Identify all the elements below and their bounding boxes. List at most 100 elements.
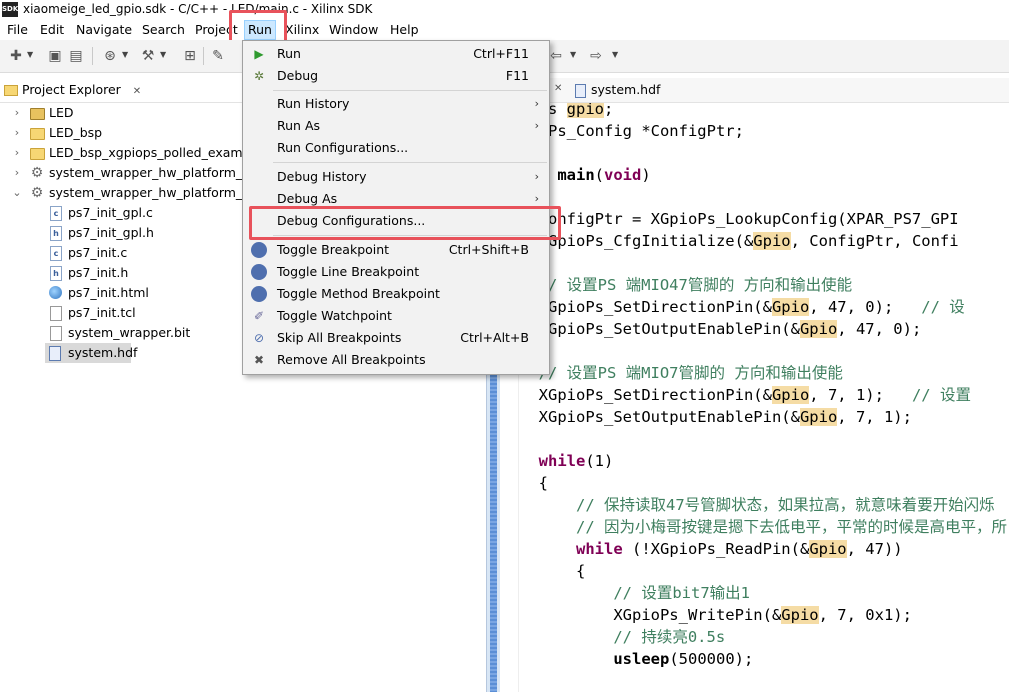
program-fpga-icon[interactable]: ⊛ (102, 48, 118, 64)
menu-item-run-history[interactable]: Run History › (243, 93, 549, 115)
menu-window[interactable]: Window (326, 19, 381, 40)
menu-item-label: Debug (277, 68, 319, 83)
code-line[interactable]: XGpioPs_CfgInitialize(&Gpio, ConfigPtr, … (520, 230, 959, 252)
code-line[interactable]: while(1) (520, 450, 614, 472)
menu-help[interactable]: Help (387, 19, 422, 40)
tree-item-label: ps7_init_gpl.h (68, 225, 154, 240)
forward-arrow-icon[interactable]: ⇨ (588, 48, 604, 64)
menu-item-shortcut: Ctrl+F11 (473, 46, 529, 61)
chevron-down-icon[interactable]: ▼ (570, 50, 576, 59)
menu-item-toggle-breakpoint[interactable]: Toggle Breakpoint Ctrl+Shift+B (243, 239, 549, 261)
tree-item[interactable]: ⌄ ⚙ system_wrapper_hw_platform_1 (0, 183, 250, 203)
menu-search[interactable]: Search (139, 19, 188, 40)
menu-item-toggle-watchpoint[interactable]: ✐ Toggle Watchpoint (243, 305, 549, 327)
folder-icon (30, 148, 45, 160)
menu-item-toggle-line-breakpoint[interactable]: Toggle Line Breakpoint (243, 261, 549, 283)
chevron-down-icon[interactable]: ▼ (27, 50, 33, 59)
menu-item-run-configurations[interactable]: Run Configurations... (243, 137, 549, 159)
pin-icon[interactable]: ✎ (210, 48, 226, 64)
menu-separator (273, 162, 547, 163)
save-icon[interactable]: ▣ (47, 48, 63, 64)
watchpoint-icon: ✐ (253, 309, 265, 323)
code-editor[interactable]: iops gpio;pioPs_Config *ConfigPtr;int ma… (520, 103, 1009, 692)
hdf-file-icon (575, 83, 586, 98)
chevron-right-icon[interactable]: › (12, 143, 22, 163)
menu-navigate[interactable]: Navigate (73, 19, 135, 40)
code-line[interactable]: usleep(500000); (520, 648, 753, 670)
new-icon[interactable]: ✚ (8, 48, 24, 64)
project-explorer-header: Project Explorer ✕ (0, 78, 242, 103)
menu-item-debug-history[interactable]: Debug History › (243, 166, 549, 188)
menu-item-debug[interactable]: ✲ Debug F11 (243, 65, 549, 87)
tree-item-label: ps7_init.tcl (68, 305, 136, 320)
h-file-icon: h (50, 266, 62, 281)
menu-file[interactable]: File (4, 19, 31, 40)
tree-item[interactable]: › ⚙ system_wrapper_hw_platform_0 (0, 163, 250, 183)
tree-item-label: ps7_init.h (68, 265, 129, 280)
binary-icon[interactable]: ⊞ (182, 48, 198, 64)
code-line[interactable]: XGpioPs_SetOutputEnablePin(&Gpio, 7, 1); (520, 406, 912, 428)
tree-item[interactable]: h ps7_init_gpl.h (0, 223, 242, 243)
code-line[interactable]: // 因为小梅哥按键是摁下去低电平，平常的时候是高电平，所 (520, 516, 1007, 538)
run-icon: ▶ (254, 47, 264, 61)
code-line[interactable]: { (520, 560, 585, 582)
project-explorer-tree: › LED › LED_bsp › LED_bsp_xgpiops_polled… (0, 103, 262, 692)
tree-item[interactable]: ps7_init.html (0, 283, 242, 303)
tree-item-label: ps7_init_gpl.c (68, 205, 153, 220)
code-line[interactable]: XGpioPs_SetDirectionPin(&Gpio, 47, 0); /… (520, 296, 965, 318)
chevron-down-icon[interactable]: ▼ (160, 50, 166, 59)
chevron-right-icon[interactable]: › (12, 123, 22, 143)
tree-item[interactable]: c ps7_init.c (0, 243, 242, 263)
chevron-right-icon: › (534, 97, 539, 110)
debug-configurations-highlight (249, 206, 561, 240)
code-line[interactable]: XGpioPs_WritePin(&Gpio, 7, 0x1); (520, 604, 912, 626)
tab-label: system.hdf (591, 82, 661, 97)
tab-system-hdf[interactable]: system.hdf (575, 78, 660, 102)
chevron-right-icon[interactable]: › (12, 163, 22, 183)
code-line[interactable]: { (520, 472, 548, 494)
tree-item[interactable]: c ps7_init_gpl.c (0, 203, 242, 223)
close-icon[interactable]: ✕ (133, 86, 141, 97)
menu-item-toggle-method-breakpoint[interactable]: Toggle Method Breakpoint (243, 283, 549, 305)
code-line[interactable]: // 保持读取47号管脚状态，如果拉高，就意味着要开始闪烁 (520, 494, 995, 516)
tree-item-selected[interactable]: system.hdf (45, 343, 137, 363)
close-icon[interactable]: ✕ (554, 83, 562, 94)
code-line[interactable]: pioPs_Config *ConfigPtr; (520, 120, 744, 142)
chevron-down-icon[interactable]: ⌄ (12, 183, 22, 203)
code-line[interactable]: // 持续亮0.5s (520, 626, 725, 648)
save-all-icon[interactable]: ▤ (68, 48, 84, 64)
build-hammer-icon[interactable]: ⚒ (140, 48, 156, 64)
menu-item-run-as[interactable]: Run As › (243, 115, 549, 137)
code-line[interactable]: ConfigPtr = XGpioPs_LookupConfig(XPAR_PS… (520, 208, 959, 230)
tree-item[interactable]: › LED_bsp_xgpiops_polled_example (0, 143, 262, 163)
menu-item-run[interactable]: ▶ Run Ctrl+F11 (243, 43, 549, 65)
tree-item[interactable]: › LED_bsp (0, 123, 242, 143)
code-line[interactable]: XGpioPs_SetOutputEnablePin(&Gpio, 47, 0)… (520, 318, 921, 340)
menu-xilinx[interactable]: Xilinx (282, 19, 322, 40)
breakpoint-icon (251, 286, 267, 302)
menu-item-label: Skip All Breakpoints (277, 330, 402, 345)
menu-item-label: Toggle Watchpoint (277, 308, 392, 323)
menu-item-remove-all-breakpoints[interactable]: ✖ Remove All Breakpoints (243, 349, 549, 371)
tree-item[interactable]: h ps7_init.h (0, 263, 242, 283)
code-line[interactable]: // 设置bit7输出1 (520, 582, 750, 604)
code-line[interactable]: XGpioPs_SetDirectionPin(&Gpio, 7, 1); //… (520, 384, 971, 406)
back-arrow-icon[interactable]: ⇦ (548, 48, 564, 64)
file-icon (50, 306, 62, 321)
chevron-down-icon[interactable]: ▼ (122, 50, 128, 59)
tree-item[interactable]: ps7_init.tcl (0, 303, 242, 323)
window-title: xiaomeige_led_gpio.sdk - C/C++ - LED/mai… (23, 2, 373, 16)
menu-edit[interactable]: Edit (37, 19, 67, 40)
tab-project-explorer[interactable]: Project Explorer ✕ (4, 78, 141, 102)
tree-item[interactable]: › LED (0, 103, 242, 123)
code-line[interactable]: // 设置PS 端MIO47管脚的 方向和输出使能 (520, 274, 852, 296)
chevron-right-icon[interactable]: › (12, 103, 22, 123)
tree-item[interactable]: system_wrapper.bit (0, 323, 242, 343)
menu-item-skip-all-breakpoints[interactable]: ⊘ Skip All Breakpoints Ctrl+Alt+B (243, 327, 549, 349)
code-line[interactable]: // 设置PS 端MIO7管脚的 方向和输出使能 (520, 362, 843, 384)
menu-bar: File Edit Navigate Search Project Run Xi… (0, 19, 1009, 40)
chevron-down-icon[interactable]: ▼ (612, 50, 618, 59)
hw-platform-icon: ⚙ (30, 165, 44, 181)
code-line[interactable]: while (!XGpioPs_ReadPin(&Gpio, 47)) (520, 538, 903, 560)
menu-item-shortcut: Ctrl+Alt+B (460, 330, 529, 345)
